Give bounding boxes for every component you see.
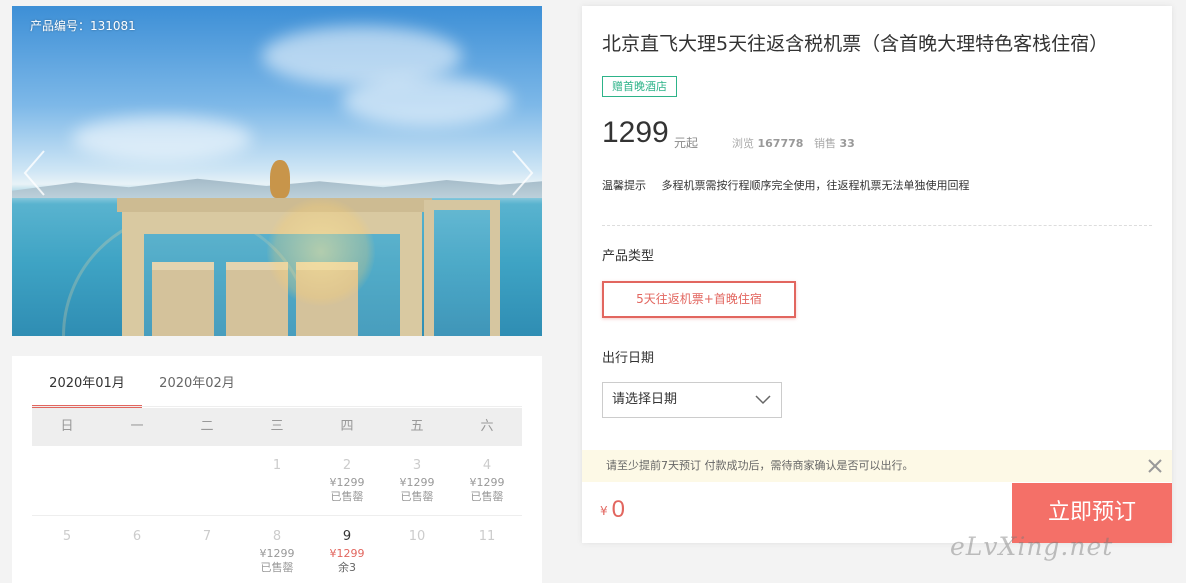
day-number: 2 (342, 458, 352, 473)
calendar-day[interactable]: 2 ¥1299 已售罄 (312, 446, 382, 515)
photo-vase (270, 160, 290, 198)
weekday-label: 日 (60, 419, 74, 434)
photo-cloud (72, 116, 252, 161)
day-price: ¥1299 (399, 476, 435, 489)
day-number: 3 (412, 458, 422, 473)
day-number: 11 (478, 529, 496, 544)
weekday-header: 日 一 二 三 四 五 六 (32, 408, 522, 446)
calendar-week: 1 2 ¥1299 已售罄 3 ¥1299 已售罄 4 ¥1299 已售罄 (32, 446, 522, 516)
sales-count: 销售 33 (814, 135, 855, 151)
total-currency: ¥ (600, 504, 608, 518)
prev-arrow-icon[interactable] (22, 149, 48, 197)
calendar-day-empty (102, 446, 172, 515)
travel-date-placeholder: 请选择日期 (612, 392, 678, 407)
gift-hotel-badge: 赠首晚酒店 (602, 76, 677, 97)
section-divider (602, 225, 1152, 226)
warm-tip-text: 多程机票需按行程顺序完全使用，往返程机票无法单独使用回程 (661, 179, 970, 192)
day-price: ¥1299 (469, 476, 505, 489)
date-calendar: 2020年01月 2020年02月 日 一 二 三 四 五 六 1 2 ¥129… (12, 356, 542, 583)
day-number: 10 (408, 529, 426, 544)
product-panel: 北京直飞大理5天往返含税机票（含首晚大理特色客栈住宿） 赠首晚酒店 1299 元… (582, 6, 1172, 543)
calendar-day-available[interactable]: 9 ¥1299 余3 (312, 517, 382, 583)
day-status: 已售罄 (260, 561, 294, 574)
tab-month-feb[interactable]: 2020年02月 (142, 356, 252, 408)
weekday-label: 二 (200, 419, 214, 434)
next-arrow-icon[interactable] (509, 149, 535, 197)
calendar-day[interactable]: 3 ¥1299 已售罄 (382, 446, 452, 515)
product-photo: 产品编号：131081 (12, 6, 542, 336)
day-number: 7 (202, 529, 212, 544)
day-price: ¥1299 (329, 476, 365, 489)
calendar-day: 7 (172, 517, 242, 583)
weekday-label: 四 (340, 419, 354, 434)
sales-count-value: 33 (839, 137, 855, 150)
weekday-label: 一 (130, 419, 144, 434)
day-status: 已售罄 (400, 490, 434, 503)
calendar-day: 11 (452, 517, 522, 583)
tab-month-jan[interactable]: 2020年01月 (32, 356, 142, 408)
chevron-down-icon (755, 395, 771, 405)
day-number: 6 (132, 529, 142, 544)
day-number: 1 (272, 458, 282, 473)
day-status: 已售罄 (330, 490, 364, 503)
day-price: ¥1299 (329, 547, 365, 560)
day-number: 9 (342, 529, 352, 544)
calendar-day[interactable]: 4 ¥1299 已售罄 (452, 446, 522, 515)
photo-cloud (342, 76, 512, 126)
calendar-day: 10 (382, 517, 452, 583)
calendar-day-empty (172, 446, 242, 515)
total-amount: 0 (611, 496, 625, 523)
sales-count-label: 销售 (814, 137, 836, 150)
price-unit: 元起 (674, 136, 699, 150)
day-status: 已售罄 (470, 490, 504, 503)
warm-tip-label: 温馨提示 (602, 179, 646, 192)
view-count-value: 167778 (757, 137, 804, 150)
month-tabs: 2020年01月 2020年02月 (32, 356, 252, 408)
travel-date-label: 出行日期 (602, 351, 655, 366)
view-count: 浏览 167778 (732, 135, 803, 151)
close-icon[interactable] (1148, 459, 1162, 473)
product-price: 1299 (602, 116, 669, 149)
calendar-day-empty (32, 446, 102, 515)
product-code: 产品编号：131081 (30, 19, 136, 33)
day-stock: 余3 (338, 561, 356, 574)
view-count-label: 浏览 (732, 137, 754, 150)
travel-date-select[interactable]: 请选择日期 (602, 382, 782, 418)
booking-notice: 请至少提前7天预订 付款成功后，需待商家确认是否可以出行。 (582, 450, 1172, 482)
calendar-day: 6 (102, 517, 172, 583)
photo-chair (424, 200, 500, 336)
calendar-day: 5 (32, 517, 102, 583)
day-number: 5 (62, 529, 72, 544)
booking-notice-text: 请至少提前7天预订 付款成功后，需待商家确认是否可以出行。 (606, 459, 914, 472)
photo-lens-flare (267, 198, 375, 306)
weekday-label: 六 (480, 419, 494, 434)
photo-stool (152, 262, 214, 336)
day-price: ¥1299 (259, 547, 295, 560)
tab-divider (32, 406, 522, 407)
weekday-label: 五 (410, 419, 424, 434)
site-watermark: eLvXing.net (950, 532, 1114, 561)
product-type-option[interactable]: 5天往返机票+首晚住宿 (602, 281, 796, 318)
total-price: ¥0 (600, 496, 625, 524)
photo-table-top (117, 198, 432, 212)
calendar-day[interactable]: 8 ¥1299 已售罄 (242, 517, 312, 583)
weekday-label: 三 (270, 419, 284, 434)
calendar-week: 5 6 7 8 ¥1299 已售罄 9 ¥1299 余3 10 11 (32, 517, 522, 583)
day-number: 8 (272, 529, 282, 544)
product-title: 北京直飞大理5天往返含税机票（含首晚大理特色客栈住宿） (602, 33, 1109, 55)
calendar-day: 1 (242, 446, 312, 515)
warm-tip: 温馨提示 多程机票需按行程顺序完全使用，往返程机票无法单独使用回程 (602, 177, 970, 193)
product-type-label: 产品类型 (602, 249, 655, 264)
day-number: 4 (482, 458, 492, 473)
